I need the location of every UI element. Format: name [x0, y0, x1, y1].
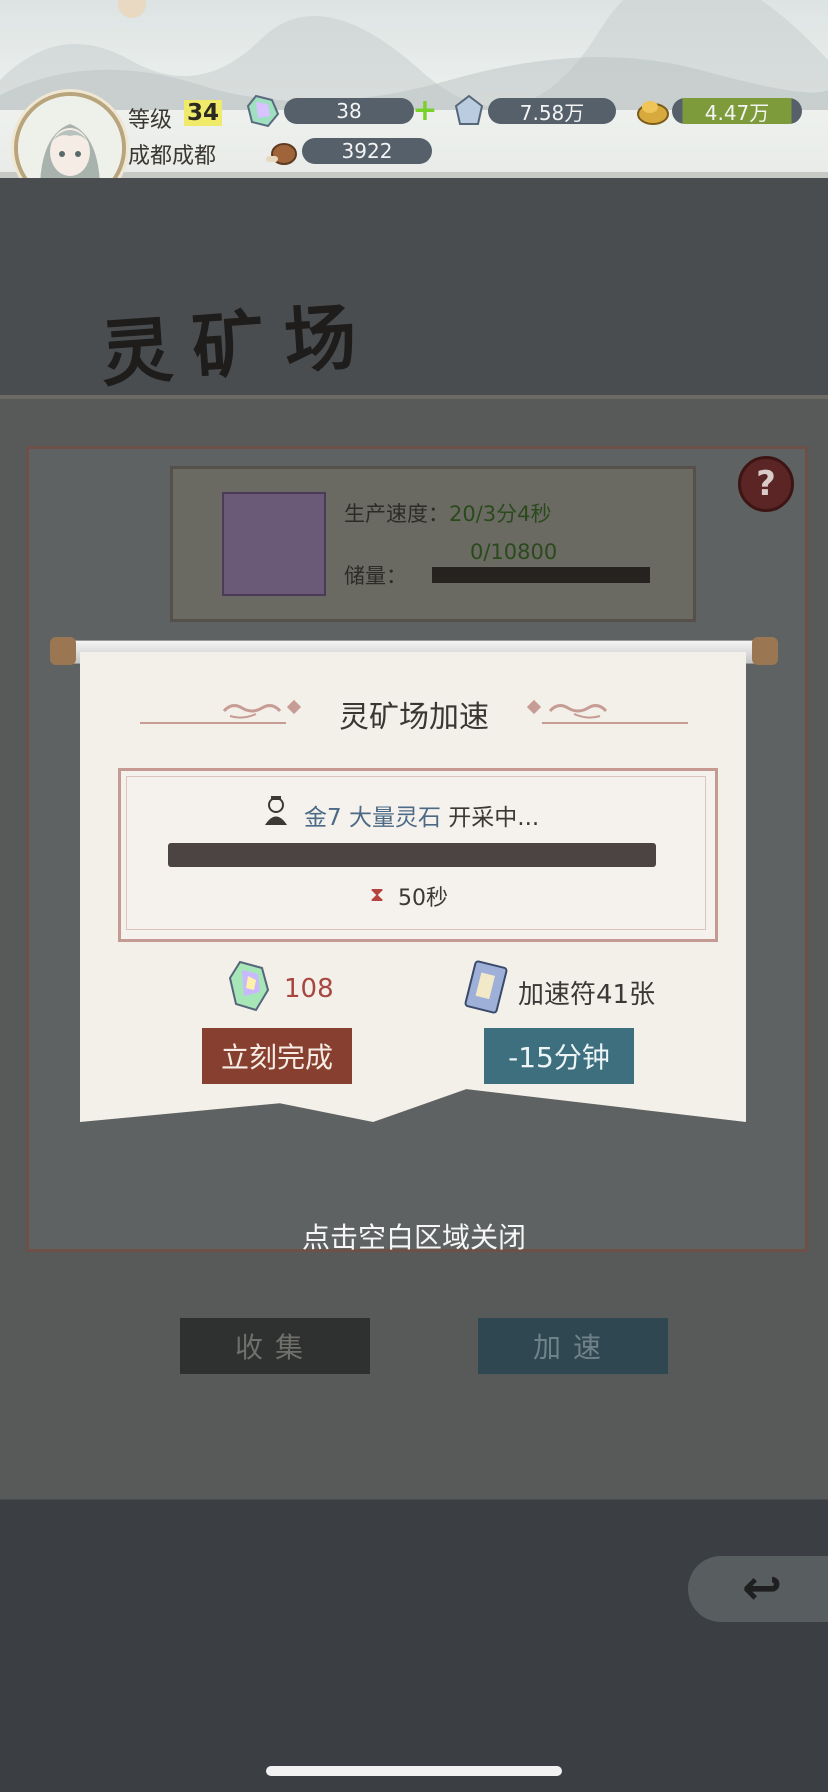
help-button[interactable]: ? [738, 456, 794, 512]
mining-target: 大量灵石 [348, 805, 441, 831]
mining-status-text: 金7 大量灵石 开采中... [304, 798, 539, 832]
home-indicator[interactable] [266, 1766, 562, 1776]
gem-icon [246, 94, 280, 128]
storage-bar [432, 567, 650, 583]
back-arrow-icon: ↩ [742, 1560, 783, 1616]
close-hint[interactable]: 点击空白区域关闭 [0, 1216, 828, 1256]
worker-grade: 金7 [304, 805, 342, 831]
scene-lower-area [0, 1500, 828, 1792]
scroll-rod-cap-left [50, 637, 76, 665]
crystals-value: 7.58万 [488, 98, 616, 125]
scene-title: 灵矿场 [97, 292, 380, 397]
gem-cost-icon [228, 960, 270, 1012]
mining-progress-bar [168, 843, 656, 867]
scroll-rod-cap-right [752, 637, 778, 665]
ore-pile-icon [222, 492, 326, 596]
speed-ticket-count: 加速符41张 [518, 980, 656, 1010]
dialog-title: 灵矿场加速 [339, 700, 489, 735]
time-remaining: 50秒 [398, 886, 448, 911]
speed-up-button[interactable]: 加速 [478, 1318, 668, 1374]
worker-icon [265, 796, 287, 825]
meat-icon [266, 143, 297, 165]
ore-icon [637, 101, 669, 125]
hourglass-icon: ⧗ [370, 882, 385, 906]
production-rate: 生产速度：20/3分4秒 [344, 498, 552, 528]
storage-label: 储量： [344, 564, 407, 588]
level-value: 34 [184, 100, 223, 126]
meat-value: 3922 [302, 138, 432, 164]
finish-now-button[interactable]: 立刻完成 [202, 1028, 352, 1084]
add-gems-button[interactable]: + [412, 96, 438, 126]
gems-value: 38 [284, 98, 414, 124]
storage-value: 0/10800 [470, 540, 558, 564]
crystal-icon [454, 94, 484, 125]
ore-value: 4.47万 [672, 98, 802, 125]
speed-ticket-icon [464, 960, 508, 1014]
player-name: 成都成都 [128, 144, 217, 169]
mining-state: 开采中... [448, 805, 540, 831]
gem-cost: 108 [284, 974, 334, 1004]
reduce-15min-button[interactable]: -15分钟 [484, 1028, 634, 1084]
level-label: 等级 [128, 108, 173, 133]
rate-value: 20/3分4秒 [449, 502, 552, 526]
collect-button[interactable]: 收集 [180, 1318, 370, 1374]
rate-label: 生产速度： [344, 502, 449, 526]
